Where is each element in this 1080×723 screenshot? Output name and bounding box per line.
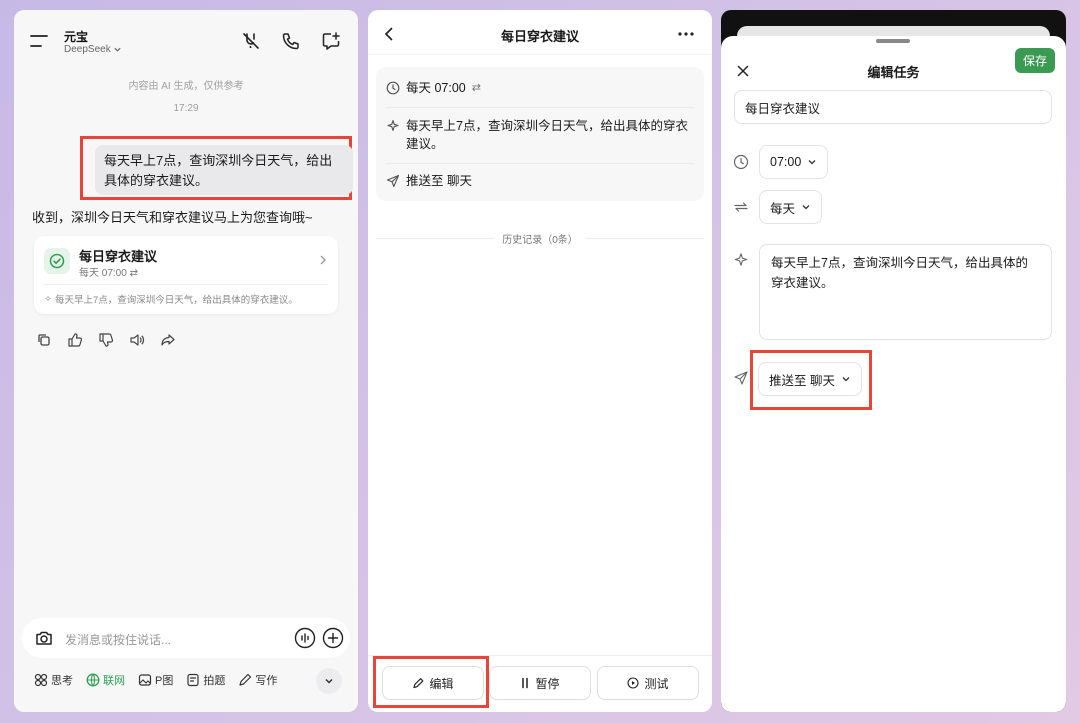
time-select[interactable]: 07:00 — [759, 145, 829, 179]
thumbs-down-icon[interactable] — [96, 330, 116, 350]
message-timestamp: 17:29 — [173, 103, 199, 114]
ai-notice: 内容由 AI 生成，仅供参考 — [128, 81, 244, 92]
task-card-title: 每日穿衣建议 — [79, 249, 158, 264]
sparkle-icon: ✧ — [44, 293, 52, 305]
edit-task-sheet-container: 编辑任务 保存 每日穿衣建议 07:00 每天 每天早上7点，查询深圳今日天气，… — [721, 10, 1066, 712]
sparkle-icon — [386, 119, 400, 133]
mute-icon[interactable] — [240, 30, 262, 52]
chat-panel: 元宝 DeepSeek 内容由 AI 生成，仅供参考 17:29 每天早上7点，… — [14, 10, 358, 712]
copy-icon[interactable] — [34, 330, 54, 350]
user-message-highlight: 每天早上7点，查询深圳今日天气，给出具体的穿衣建议。 — [80, 136, 353, 200]
scan-icon — [186, 673, 200, 687]
tool-web[interactable]: 联网 — [86, 672, 125, 688]
pause-icon — [520, 677, 530, 689]
assistant-reply: 收到，深圳今日天气和穿衣建议马上为您查询哦~ — [32, 210, 313, 225]
play-icon — [627, 677, 640, 689]
task-card[interactable]: 每日穿衣建议 每天 07:00 ⇄ ✧ 每天早上7点，查询深圳今日天气，给出具体… — [34, 236, 338, 314]
drag-handle[interactable] — [876, 39, 910, 43]
message-actions — [34, 330, 178, 350]
think-icon — [34, 673, 48, 687]
task-detail-panel: 每日穿衣建议 每天 07:00 ⇄ 每天早上7点，查询深圳今日天气，给出具体的穿… — [368, 10, 712, 712]
push-target-highlight — [750, 350, 872, 410]
phone-icon[interactable] — [280, 30, 302, 52]
tool-image-edit[interactable]: P图 — [138, 672, 173, 688]
tool-photo-question[interactable]: 拍题 — [186, 672, 225, 688]
thumbs-up-icon[interactable] — [65, 330, 85, 350]
chevron-down-icon — [113, 45, 122, 54]
more-options-icon[interactable] — [678, 32, 694, 36]
app-name: 元宝 — [64, 30, 89, 44]
chat-header: 元宝 DeepSeek — [14, 10, 358, 70]
speaker-icon[interactable] — [127, 330, 147, 350]
share-icon[interactable] — [158, 330, 178, 350]
clock-icon — [733, 154, 749, 170]
chevron-down-icon — [807, 157, 817, 167]
prompt-textarea[interactable]: 每天早上7点，查询深圳今日天气，给出具体的穿衣建议。 — [759, 244, 1052, 340]
edit-task-panel: 编辑任务 保存 每日穿衣建议 07:00 每天 每天早上7点，查询深圳今日天气，… — [721, 36, 1066, 712]
push-target-row: 推送至 聊天 — [386, 172, 472, 190]
more-tools-button[interactable] — [316, 668, 342, 694]
pause-button[interactable]: 暂停 — [489, 666, 591, 700]
repeat-icon: ⇄ — [129, 268, 138, 279]
save-button[interactable]: 保存 — [1015, 48, 1055, 73]
chevron-down-icon — [323, 675, 335, 687]
pen-icon — [238, 673, 252, 687]
send-icon — [386, 174, 400, 188]
chevron-right-icon — [318, 254, 328, 266]
task-name-input[interactable]: 每日穿衣建议 — [734, 90, 1052, 124]
task-info-box: 每天 07:00 ⇄ 每天早上7点，查询深圳今日天气，给出具体的穿衣建议。 推送… — [376, 67, 704, 201]
image-icon — [138, 673, 152, 687]
repeat-select[interactable]: 每天 — [759, 190, 823, 224]
globe-icon — [86, 673, 100, 687]
sparkle-icon — [733, 252, 749, 268]
page-title: 每日穿衣建议 — [500, 29, 579, 44]
send-icon — [733, 370, 749, 386]
tool-bar: 思考 联网 P图 拍题 写作 — [34, 672, 290, 688]
history-divider: 历史记录（0条） — [376, 231, 704, 246]
voice-icon[interactable] — [294, 627, 316, 649]
camera-icon[interactable] — [34, 628, 54, 648]
test-button[interactable]: 测试 — [597, 666, 699, 700]
tool-think[interactable]: 思考 — [34, 672, 73, 688]
tool-write[interactable]: 写作 — [238, 672, 277, 688]
model-selector[interactable]: DeepSeek — [64, 44, 122, 55]
history-label: 历史记录（0条） — [502, 235, 578, 246]
message-input[interactable]: 发消息或按住说话... — [22, 618, 350, 658]
plus-icon[interactable] — [322, 627, 344, 649]
chevron-down-icon — [801, 202, 811, 212]
prompt-row: 每天早上7点，查询深圳今日天气，给出具体的穿衣建议。 — [386, 117, 696, 153]
task-check-icon — [44, 248, 70, 274]
schedule-row: 每天 07:00 ⇄ — [386, 79, 481, 97]
repeat-icon: ⇄ — [471, 82, 481, 94]
edit-button-highlight — [373, 656, 489, 708]
message-input-placeholder: 发消息或按住说话... — [65, 633, 172, 647]
task-card-description: ✧ 每天早上7点，查询深圳今日天气，给出具体的穿衣建议。 — [44, 293, 298, 307]
menu-icon[interactable] — [30, 34, 48, 48]
user-message: 每天早上7点，查询深圳今日天气，给出具体的穿衣建议。 — [95, 145, 353, 195]
task-card-time: 每天 07:00 ⇄ — [79, 268, 138, 279]
repeat-icon — [733, 199, 749, 215]
clock-icon — [386, 81, 400, 95]
new-chat-icon[interactable] — [320, 30, 342, 52]
